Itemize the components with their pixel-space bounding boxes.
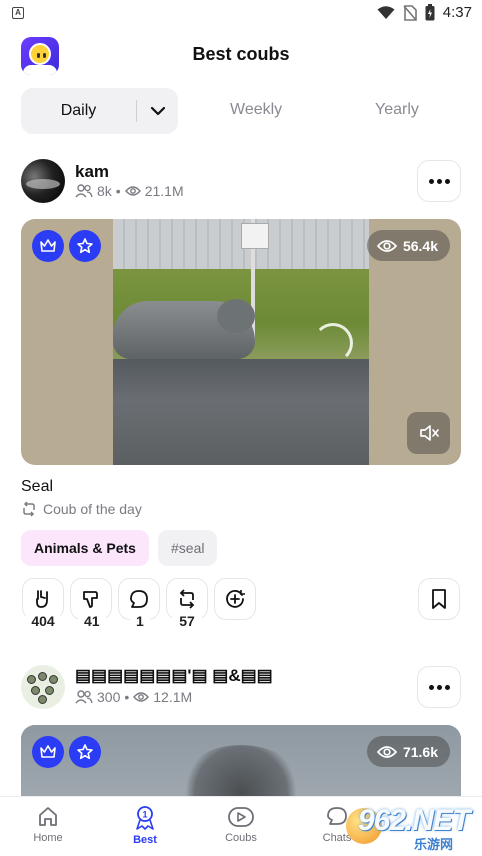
loop-icon <box>23 501 35 517</box>
crown-badge-icon <box>32 736 64 768</box>
notification-icon: A <box>12 7 24 19</box>
username[interactable]: kam <box>75 162 109 182</box>
video-player[interactable]: 56.4k <box>21 219 461 465</box>
watermark-logo: 962.NET 乐游网 <box>344 800 478 852</box>
recoub-count: 57 <box>172 609 202 633</box>
bookmark-icon <box>432 589 446 609</box>
video-views-count: 56.4k <box>402 237 438 254</box>
followers-icon <box>75 690 93 704</box>
nav-best[interactable]: 1 Best <box>110 805 180 846</box>
chevron-down-icon[interactable] <box>137 106 178 116</box>
medal-icon: 1 <box>136 806 154 830</box>
status-bar: A 4:37 <box>0 0 482 28</box>
video-views-badge: 56.4k <box>366 230 450 261</box>
coub-subtitle: Coub of the day <box>43 501 142 517</box>
avatar[interactable] <box>21 665 65 709</box>
dislike-count: 41 <box>78 609 106 633</box>
comment-count: 1 <box>130 609 150 633</box>
video-views-count: 71.6k <box>402 743 438 760</box>
star-badge-icon <box>69 736 101 768</box>
coub-title[interactable]: Seal <box>21 478 53 496</box>
followers-count: 8k <box>97 183 112 199</box>
category-chip[interactable]: Animals & Pets <box>21 530 149 566</box>
recoub-icon <box>179 589 195 609</box>
eye-icon <box>376 745 397 758</box>
total-views: 21.1M <box>144 183 184 199</box>
star-badge-icon <box>69 230 101 262</box>
speaker-muted-icon <box>419 425 439 441</box>
channel-stats: 8k • 21.1M <box>75 183 184 199</box>
nav-coubs[interactable]: Coubs <box>206 805 276 844</box>
status-icons: 4:37 <box>377 4 472 21</box>
nav-home-label: Home <box>33 832 63 844</box>
video-views-badge: 71.6k <box>366 736 450 767</box>
watermark-text: 962.NET <box>358 804 470 837</box>
add-circle-icon <box>226 590 245 608</box>
nav-coubs-label: Coubs <box>225 832 257 844</box>
home-icon <box>39 807 57 826</box>
add-to-collection-button[interactable] <box>214 578 256 620</box>
eye-icon <box>124 186 141 196</box>
more-options-button[interactable] <box>417 160 461 202</box>
comment-icon <box>130 590 148 608</box>
tab-daily-label: Daily <box>60 102 97 119</box>
rock-hand-icon <box>36 590 48 608</box>
like-count: 404 <box>25 609 61 633</box>
page-title: Best coubs <box>192 44 290 64</box>
followers-icon <box>75 184 93 198</box>
avatar[interactable] <box>21 159 65 203</box>
loading-spinner-icon <box>313 323 353 363</box>
username[interactable]: ▤▤▤▤▤▤▤'▤ ▤&▤▤ <box>75 666 273 686</box>
bookmark-button[interactable] <box>418 578 460 620</box>
video-frame <box>113 219 369 465</box>
svg-text:1: 1 <box>142 810 147 820</box>
more-options-button[interactable] <box>417 666 461 708</box>
followers-count: 300 <box>97 689 121 705</box>
tab-weekly[interactable]: Weekly <box>230 101 282 119</box>
crown-badge-icon <box>32 230 64 262</box>
total-views: 12.1M <box>153 689 193 705</box>
eye-icon <box>376 239 397 252</box>
tab-daily[interactable]: Daily <box>21 88 178 134</box>
battery-icon <box>425 4 435 21</box>
wifi-icon <box>377 5 395 19</box>
channel-stats: 300 • 12.1M <box>75 689 192 705</box>
clock: 4:37 <box>442 4 472 21</box>
tab-yearly[interactable]: Yearly <box>375 101 419 119</box>
coub-of-the-day: Coub of the day <box>21 501 142 517</box>
eye-icon <box>133 692 150 702</box>
tag-chip[interactable]: #seal <box>158 530 218 566</box>
nav-best-label: Best <box>133 834 157 846</box>
no-sim-icon <box>403 4 417 21</box>
watermark-subtext: 乐游网 <box>414 837 454 852</box>
mute-button[interactable] <box>407 412 450 454</box>
nav-home[interactable]: Home <box>13 805 83 844</box>
coubs-play-icon <box>228 807 254 827</box>
thumbs-down-icon <box>83 591 98 608</box>
